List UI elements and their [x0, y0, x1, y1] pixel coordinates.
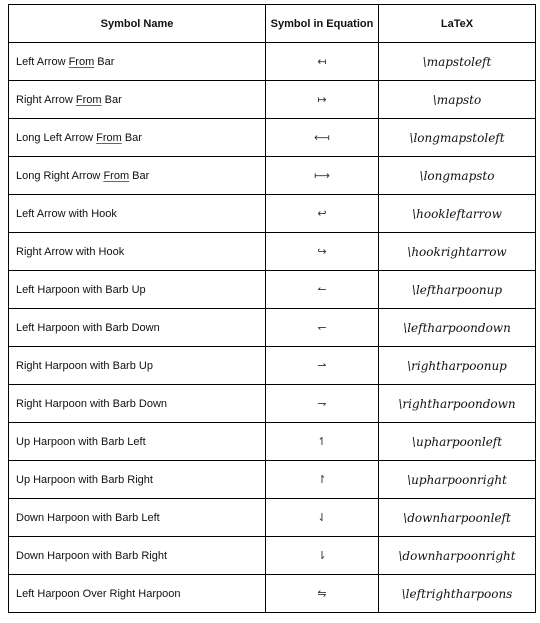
- table-row: Right Arrow with Hook ↪ \hookrightarrow: [8, 232, 536, 271]
- symbol-glyph: ↤: [265, 42, 379, 81]
- symbol-name-text: Left Harpoon Over Right Harpoon: [16, 587, 181, 600]
- symbol-glyph: ⟻: [265, 118, 379, 157]
- table-row: Left Arrow with Hook ↩ \hookleftarrow: [8, 194, 536, 233]
- symbol-table: Symbol Name Symbol in Equation LaTeX Lef…: [8, 4, 536, 613]
- symbol-name-cell: Left Arrow From Bar: [8, 42, 266, 81]
- symbol-name-cell: Left Arrow with Hook: [8, 194, 266, 233]
- table-row: Left Harpoon Over Right Harpoon ⇋ \leftrig…: [8, 574, 536, 613]
- latex-command: \leftrightharpoons: [378, 574, 536, 613]
- header-latex: LaTeX: [378, 4, 536, 43]
- latex-command: \rightharpoonup: [378, 346, 536, 385]
- spellcheck-flagged-word[interactable]: From: [103, 170, 129, 182]
- header-symbol-in-equation: Symbol in Equation: [265, 4, 379, 43]
- symbol-name-text: Left Arrow with Hook: [16, 207, 117, 220]
- table-row: Long Left Arrow From Bar ⟻ \longmapstoleft: [8, 118, 536, 157]
- symbol-name-cell: Up Harpoon with Barb Left: [8, 422, 266, 461]
- symbol-name-cell: Right Arrow From Bar: [8, 80, 266, 119]
- table-row: Right Harpoon with Barb Down ⇁ \rightharpo…: [8, 384, 536, 423]
- symbol-name-text: Long Right Arrow: [16, 169, 104, 182]
- symbol-name-text: Bar: [101, 93, 122, 106]
- latex-command: \mapstoleft: [378, 42, 536, 81]
- header-row: Symbol Name Symbol in Equation LaTeX: [8, 4, 536, 43]
- spellcheck-flagged-word[interactable]: From: [69, 56, 95, 68]
- latex-command: \rightharpoondown: [378, 384, 536, 423]
- table-row: Right Harpoon with Barb Up ⇀ \rightharpoon…: [8, 346, 536, 385]
- symbol-name-text: Bar: [94, 55, 115, 68]
- symbol-name-cell: Down Harpoon with Barb Right: [8, 536, 266, 575]
- symbol-name-text: Down Harpoon with Barb Left: [16, 511, 160, 524]
- table-row: Down Harpoon with Barb Left ⇃ \downharpoon…: [8, 498, 536, 537]
- latex-command: \mapsto: [378, 80, 536, 119]
- latex-command: \downharpoonright: [378, 536, 536, 575]
- symbol-name-cell: Right Harpoon with Barb Down: [8, 384, 266, 423]
- symbol-glyph: ↩: [265, 194, 379, 233]
- latex-command: \leftharpoonup: [378, 270, 536, 309]
- symbol-name-cell: Up Harpoon with Barb Right: [8, 460, 266, 499]
- symbol-glyph: ⇋: [265, 574, 379, 613]
- symbol-glyph: ⇀: [265, 346, 379, 385]
- symbol-name-text: Long Left Arrow: [16, 131, 97, 144]
- symbol-glyph: ↽: [265, 308, 379, 347]
- table-row: Right Arrow From Bar ↦ \mapsto: [8, 80, 536, 119]
- symbol-name-cell: Left Harpoon with Barb Down: [8, 308, 266, 347]
- spellcheck-flagged-word[interactable]: From: [96, 132, 122, 144]
- symbol-name-text: Left Arrow: [16, 55, 69, 68]
- header-symbol-name: Symbol Name: [8, 4, 266, 43]
- latex-command: \leftharpoondown: [378, 308, 536, 347]
- symbol-name-text: Up Harpoon with Barb Right: [16, 473, 153, 486]
- symbol-name-cell: Left Harpoon Over Right Harpoon: [8, 574, 266, 613]
- symbol-glyph: ↼: [265, 270, 379, 309]
- symbol-glyph: ↦: [265, 80, 379, 119]
- spellcheck-flagged-word[interactable]: From: [76, 94, 102, 106]
- table-row: Up Harpoon with Barb Right ↾ \upharpoonrig…: [8, 460, 536, 499]
- latex-command: \longmapsto: [378, 156, 536, 195]
- latex-command: \upharpoonright: [378, 460, 536, 499]
- symbol-name-text: Right Arrow: [16, 93, 76, 106]
- symbol-name-text: Right Harpoon with Barb Down: [16, 397, 168, 410]
- latex-command: \hookleftarrow: [378, 194, 536, 233]
- symbol-name-text: Down Harpoon with Barb Right: [16, 549, 168, 562]
- symbol-name-text: Left Harpoon with Barb Down: [16, 321, 160, 334]
- symbol-glyph: ⇁: [265, 384, 379, 423]
- table-row: Left Harpoon with Barb Up ↼ \leftharpoonup: [8, 270, 536, 309]
- table-row: Up Harpoon with Barb Left ↿ \upharpoonleft: [8, 422, 536, 461]
- symbol-name-cell: Down Harpoon with Barb Left: [8, 498, 266, 537]
- symbol-glyph: ↪: [265, 232, 379, 271]
- latex-command: \hookrightarrow: [378, 232, 536, 271]
- symbol-glyph: ↿: [265, 422, 379, 461]
- latex-command: \downharpoonleft: [378, 498, 536, 537]
- symbol-glyph: ⟼: [265, 156, 379, 195]
- symbol-name-text: Bar: [129, 169, 150, 182]
- symbol-name-cell: Right Harpoon with Barb Up: [8, 346, 266, 385]
- latex-command: \upharpoonleft: [378, 422, 536, 461]
- symbol-glyph: ⇃: [265, 498, 379, 537]
- symbol-name-cell: Long Left Arrow From Bar: [8, 118, 266, 157]
- symbol-name-cell: Long Right Arrow From Bar: [8, 156, 266, 195]
- symbol-name-text: Right Harpoon with Barb Up: [16, 359, 153, 372]
- table-row: Left Arrow From Bar ↤ \mapstoleft: [8, 42, 536, 81]
- table-row: Down Harpoon with Barb Right ⇂ \downharpoo…: [8, 536, 536, 575]
- symbol-name-text: Bar: [121, 131, 142, 144]
- latex-command: \longmapstoleft: [378, 118, 536, 157]
- table-row: Left Harpoon with Barb Down ↽ \leftharpoon…: [8, 308, 536, 347]
- symbol-name-text: Left Harpoon with Barb Up: [16, 283, 146, 296]
- table-row: Long Right Arrow From Bar ⟼ \longmapsto: [8, 156, 536, 195]
- symbol-name-cell: Right Arrow with Hook: [8, 232, 266, 271]
- symbol-name-text: Up Harpoon with Barb Left: [16, 435, 146, 448]
- symbol-glyph: ⇂: [265, 536, 379, 575]
- symbol-name-cell: Left Harpoon with Barb Up: [8, 270, 266, 309]
- symbol-name-text: Right Arrow with Hook: [16, 245, 125, 258]
- symbol-glyph: ↾: [265, 460, 379, 499]
